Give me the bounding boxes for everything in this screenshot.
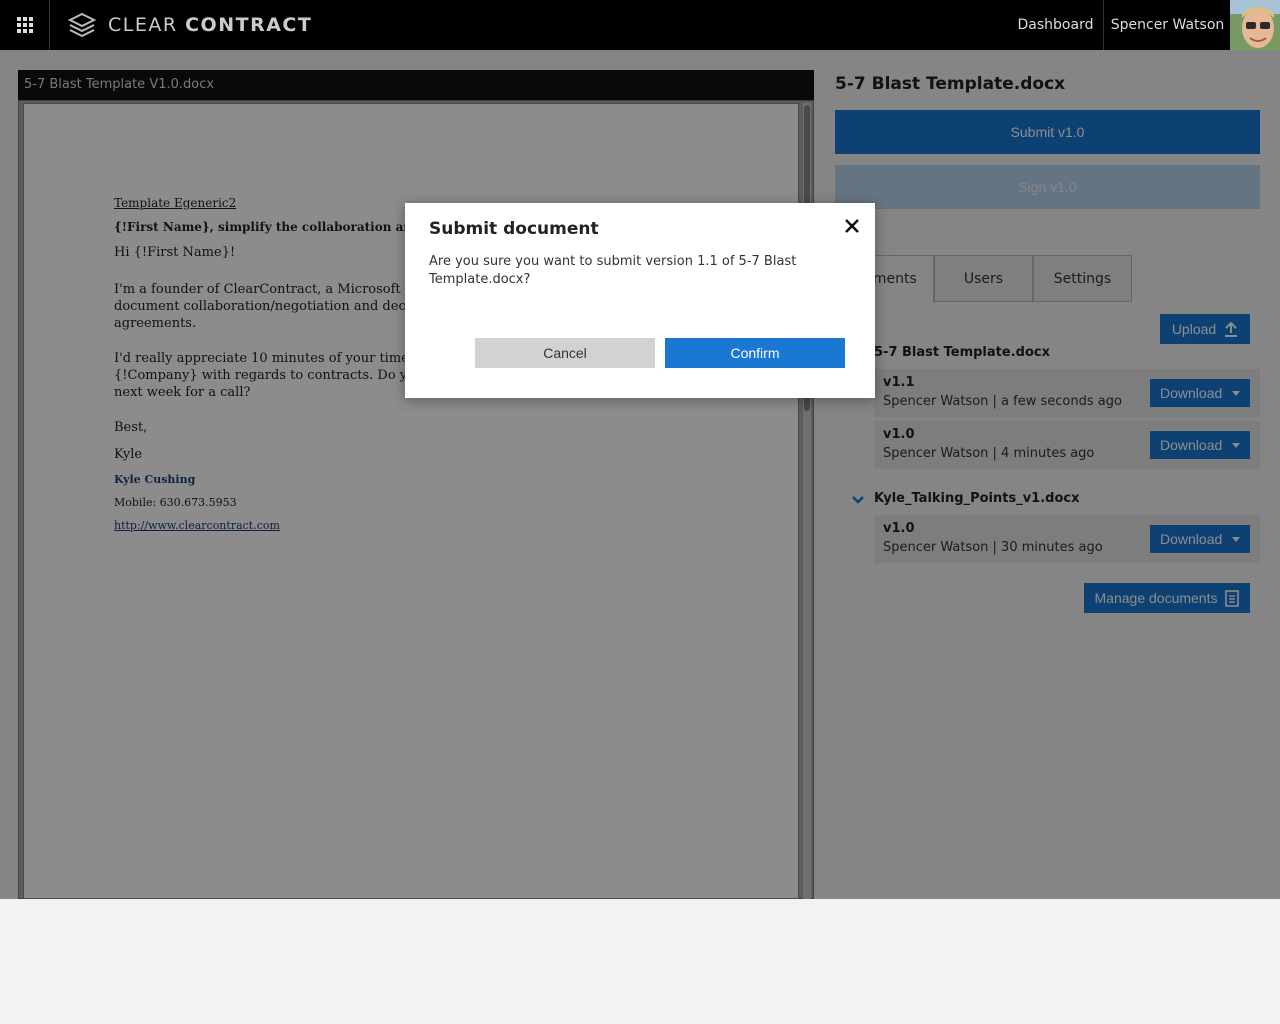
top-bar: CLEAR CONTRACT Dashboard Spencer Watson bbox=[0, 0, 1280, 50]
app-launcher-button[interactable] bbox=[0, 0, 50, 50]
avatar-image bbox=[1230, 0, 1280, 50]
avatar[interactable] bbox=[1230, 0, 1280, 50]
logo-text-bold: CONTRACT bbox=[185, 14, 313, 36]
app-launcher-icon bbox=[16, 17, 33, 33]
nav-dashboard-link[interactable]: Dashboard bbox=[1008, 0, 1104, 50]
close-icon[interactable] bbox=[843, 217, 861, 235]
dialog-title: Submit document bbox=[429, 219, 599, 239]
user-name-link[interactable]: Spencer Watson bbox=[1105, 0, 1230, 50]
layers-icon bbox=[68, 12, 96, 38]
submit-dialog: Submit document Are you sure you want to… bbox=[405, 203, 875, 398]
logo-text-light: CLEAR bbox=[108, 14, 178, 36]
app-logo[interactable]: CLEAR CONTRACT bbox=[68, 12, 312, 38]
dialog-message: Are you sure you want to submit version … bbox=[429, 254, 797, 287]
modal-overlay[interactable] bbox=[0, 50, 1280, 899]
confirm-button[interactable]: Confirm bbox=[665, 338, 845, 368]
logo-text: CLEAR CONTRACT bbox=[108, 14, 312, 36]
cancel-button[interactable]: Cancel bbox=[475, 338, 655, 368]
